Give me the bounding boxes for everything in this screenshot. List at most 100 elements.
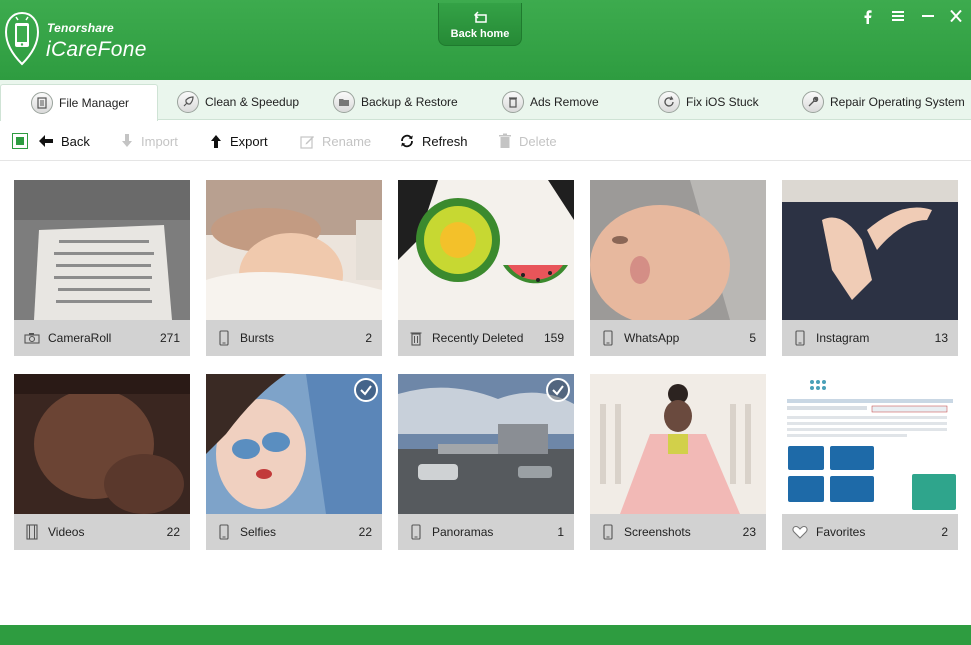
album-caption: Videos 22	[14, 514, 190, 550]
import-label: Import	[141, 133, 178, 149]
minimize-button[interactable]	[918, 8, 938, 28]
album-label: Bursts	[240, 331, 275, 345]
tab-label: Repair Operating System	[830, 95, 965, 109]
back-home-button[interactable]: Back home	[438, 3, 522, 46]
album-caption: Panoramas 1	[398, 514, 574, 550]
album-panoramas[interactable]: Panoramas 1	[398, 374, 574, 550]
wrench-icon	[802, 91, 824, 113]
tab-repair-os[interactable]: Repair Operating System	[802, 84, 965, 120]
album-thumbnail	[590, 180, 766, 320]
album-recently-deleted[interactable]: Recently Deleted 159	[398, 180, 574, 356]
app-window: Tenorshare iCareFone Back home File Mana…	[0, 0, 971, 645]
brand-company: Tenorshare	[47, 21, 114, 35]
rename-label: Rename	[322, 133, 372, 149]
refresh-label: Refresh	[422, 133, 468, 149]
album-thumbnail	[398, 180, 574, 320]
album-count: 2	[365, 331, 372, 345]
toolbar: Back Import Export Rename Refresh Delete	[0, 121, 971, 161]
folder-icon	[333, 91, 355, 113]
tab-backup-restore[interactable]: Backup & Restore	[333, 84, 458, 120]
app-logo	[4, 11, 40, 66]
album-caption: Selfies 22	[206, 514, 382, 550]
import-icon	[122, 134, 132, 147]
delete-icon	[499, 133, 511, 148]
album-videos[interactable]: Videos 22	[14, 374, 190, 550]
selected-check-icon[interactable]	[546, 378, 570, 402]
menu-icon	[892, 11, 904, 21]
minimize-icon	[922, 15, 934, 17]
trash-icon	[502, 91, 524, 113]
selected-check-icon[interactable]	[354, 378, 378, 402]
tab-file-manager[interactable]: File Manager	[0, 84, 159, 121]
album-count: 159	[543, 331, 564, 345]
trash-icon	[406, 331, 426, 346]
export-icon	[211, 135, 221, 148]
album-caption: Recently Deleted 159	[398, 320, 574, 356]
album-thumbnail	[206, 180, 382, 320]
facebook-button[interactable]	[858, 8, 878, 28]
phone-icon	[406, 524, 426, 540]
album-count: 271	[159, 331, 180, 345]
album-camera-roll[interactable]: CameraRoll 271	[14, 180, 190, 356]
album-label: Recently Deleted	[432, 331, 524, 345]
album-label: Panoramas	[432, 525, 494, 539]
arrow-left-icon	[39, 135, 53, 147]
album-screenshots[interactable]: Screenshots 23	[590, 374, 766, 550]
title-bar: Tenorshare iCareFone Back home	[0, 0, 971, 80]
album-caption: Favorites 2	[782, 514, 958, 550]
phone-icon	[214, 524, 234, 540]
refresh-icon	[658, 91, 680, 113]
album-label: Selfies	[240, 525, 277, 539]
tab-ads-remove[interactable]: Ads Remove	[502, 84, 599, 120]
close-icon	[950, 9, 962, 23]
album-caption: Bursts 2	[206, 320, 382, 356]
export-label: Export	[230, 133, 268, 149]
tab-fix-ios-stuck[interactable]: Fix iOS Stuck	[658, 84, 759, 120]
tab-label: Backup & Restore	[361, 95, 458, 109]
album-caption: Screenshots 23	[590, 514, 766, 550]
album-label: WhatsApp	[624, 331, 680, 345]
album-selfies[interactable]: Selfies 22	[206, 374, 382, 550]
album-label: Instagram	[816, 331, 870, 345]
album-label: Favorites	[816, 525, 866, 539]
back-home-label: Back home	[450, 28, 510, 40]
phone-icon	[598, 330, 618, 346]
delete-button[interactable]: Delete	[498, 121, 557, 161]
back-button[interactable]: Back	[38, 121, 90, 161]
import-button[interactable]: Import	[120, 121, 178, 161]
back-label: Back	[61, 133, 90, 149]
album-count: 5	[749, 331, 756, 345]
album-favorites[interactable]: Favorites 2	[782, 374, 958, 550]
album-label: CameraRoll	[48, 331, 112, 345]
album-thumbnail	[782, 374, 958, 514]
rename-button[interactable]: Rename	[300, 121, 371, 161]
refresh-icon	[401, 134, 413, 148]
album-count: 13	[934, 331, 948, 345]
tab-clean-speedup[interactable]: Clean & Speedup	[177, 84, 299, 120]
album-bursts[interactable]: Bursts 2	[206, 180, 382, 356]
export-button[interactable]: Export	[209, 121, 268, 161]
main-nav: File Manager Clean & Speedup Backup & Re…	[0, 80, 971, 121]
back-home-icon	[474, 11, 487, 23]
phone-icon	[790, 330, 810, 346]
film-icon	[22, 524, 42, 540]
tab-label: Ads Remove	[530, 95, 599, 109]
album-whatsapp[interactable]: WhatsApp 5	[590, 180, 766, 356]
phone-icon	[214, 330, 234, 346]
status-bar	[0, 625, 971, 645]
tab-label: Clean & Speedup	[205, 95, 300, 109]
phone-icon	[598, 524, 618, 540]
tab-label: File Manager	[59, 96, 130, 110]
menu-button[interactable]	[888, 8, 908, 28]
album-count: 22	[166, 525, 180, 539]
album-label: Videos	[48, 525, 85, 539]
tab-label: Fix iOS Stuck	[686, 95, 759, 109]
close-button[interactable]	[946, 8, 966, 28]
refresh-button[interactable]: Refresh	[399, 121, 468, 161]
facebook-icon	[864, 10, 872, 24]
album-instagram[interactable]: Instagram 13	[782, 180, 958, 356]
album-label: Screenshots	[624, 525, 691, 539]
select-all-checkbox[interactable]	[12, 133, 28, 149]
album-caption: WhatsApp 5	[590, 320, 766, 356]
album-count: 2	[941, 525, 948, 539]
